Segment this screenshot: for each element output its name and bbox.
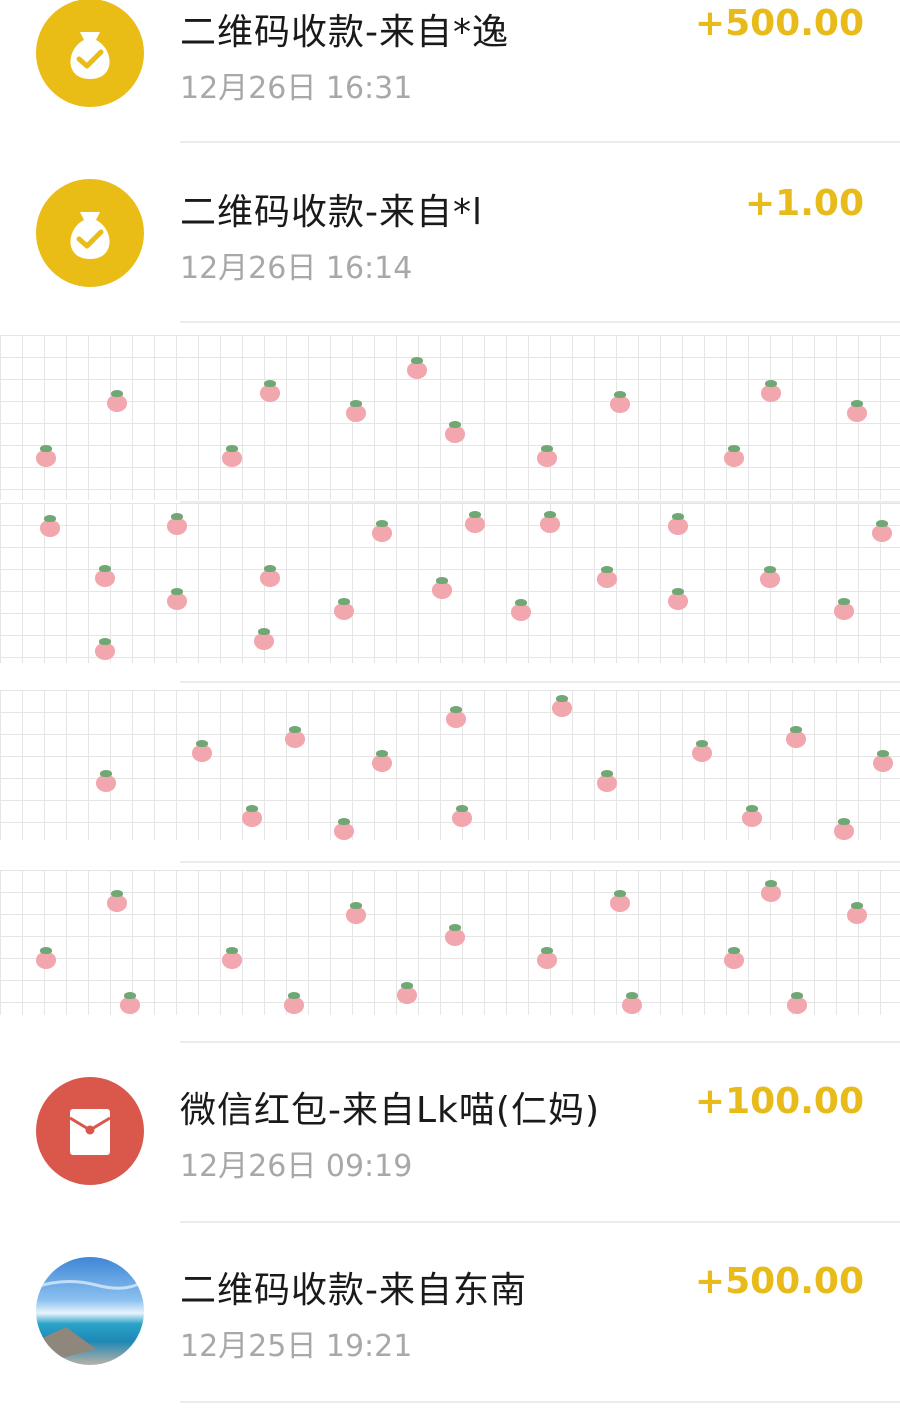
transaction-time: 12月26日 16:14 <box>180 251 413 286</box>
transaction-amount: +500.00 <box>694 1261 864 1302</box>
money-bag-icon <box>36 0 144 107</box>
divider <box>180 861 900 863</box>
divider <box>180 681 900 683</box>
transaction-row[interactable]: 二维码收款-来自*l 12月26日 16:14 +1.00 <box>0 145 900 325</box>
transaction-time: 12月25日 19:21 <box>180 1329 413 1364</box>
transaction-title: 二维码收款-来自*l <box>180 192 483 233</box>
divider <box>180 141 900 143</box>
transaction-row[interactable]: 微信红包-来自Lk喵(仁妈) 12月26日 09:19 +100.00 <box>0 1043 900 1223</box>
seaside-photo-avatar <box>36 1257 144 1365</box>
transaction-row[interactable]: 二维码收款-来自东南 12月25日 19:21 +500.00 <box>0 1223 900 1403</box>
redaction-sticker <box>0 690 900 840</box>
transaction-amount: +500.00 <box>694 3 864 44</box>
redaction-sticker <box>0 335 900 500</box>
red-packet-icon <box>36 1077 144 1185</box>
transaction-amount: +100.00 <box>694 1081 864 1122</box>
transaction-title: 二维码收款-来自东南 <box>180 1270 527 1311</box>
money-bag-icon <box>36 179 144 287</box>
transaction-title: 微信红包-来自Lk喵(仁妈) <box>180 1090 600 1131</box>
transaction-title: 二维码收款-来自*逸 <box>180 12 509 53</box>
redaction-sticker <box>0 870 900 1015</box>
transaction-time: 12月26日 09:19 <box>180 1149 413 1184</box>
divider <box>180 321 900 323</box>
transaction-row[interactable]: 二维码收款-来自*逸 12月26日 16:31 +500.00 <box>0 0 900 145</box>
divider <box>180 1401 900 1403</box>
transaction-list: 二维码收款-来自*逸 12月26日 16:31 +500.00 二维码收款-来自… <box>0 0 900 1413</box>
redaction-sticker <box>0 503 900 663</box>
transaction-time: 12月26日 16:31 <box>180 71 413 106</box>
transaction-amount: +1.00 <box>745 183 864 224</box>
